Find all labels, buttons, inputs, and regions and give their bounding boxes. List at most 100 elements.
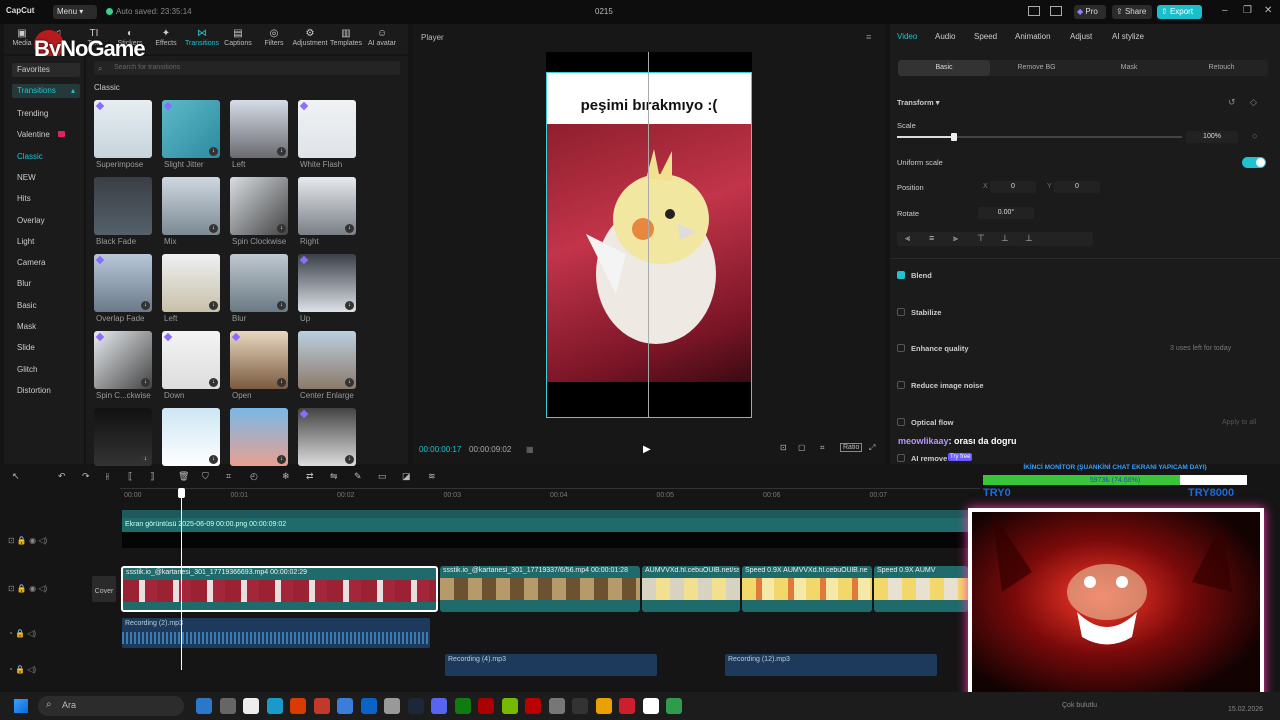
- category-glitch[interactable]: Glitch: [12, 363, 80, 377]
- align-bottom-icon[interactable]: ⊥: [1025, 233, 1033, 244]
- transition-tile[interactable]: ↓: [298, 177, 356, 235]
- export-button[interactable]: ⇧ Export: [1157, 5, 1202, 19]
- shortcut-icon[interactable]: [1050, 6, 1062, 16]
- video-clip-3[interactable]: AUMVVXd.hl.cebuOUlB.net/ss: [642, 566, 740, 612]
- shield-icon[interactable]: [313, 698, 330, 714]
- scale-slider-knob[interactable]: [951, 133, 957, 141]
- transition-tile[interactable]: ↓: [230, 177, 288, 235]
- video-clip-5[interactable]: Speed 0.9X AUMV: [874, 566, 968, 612]
- store-icon[interactable]: [337, 698, 353, 714]
- crop-icon[interactable]: ⌗: [226, 471, 231, 482]
- uniform-scale-toggle[interactable]: [1242, 157, 1266, 168]
- stabilize-checkbox[interactable]: [897, 308, 905, 316]
- speed-icon[interactable]: ◴: [250, 471, 258, 482]
- download-icon[interactable]: ↓: [277, 455, 286, 464]
- align-left-icon[interactable]: ⫷: [905, 233, 910, 244]
- menu-button[interactable]: Menu ▾: [53, 5, 97, 19]
- tab-adjust[interactable]: Adjust: [1070, 32, 1092, 41]
- github-icon[interactable]: [384, 698, 400, 714]
- transition-tile[interactable]: ↓: [298, 254, 356, 312]
- category-new[interactable]: NEW: [12, 171, 80, 185]
- transition-tile[interactable]: ↓: [94, 331, 152, 389]
- selection-frame[interactable]: [546, 72, 752, 418]
- chrome-icon[interactable]: [595, 698, 612, 714]
- chrome2-icon[interactable]: [666, 698, 682, 714]
- transform-label[interactable]: Transform ▾: [897, 98, 940, 107]
- download-icon[interactable]: ↓: [277, 224, 286, 233]
- transition-tile[interactable]: ↓: [162, 408, 220, 466]
- ai-edit-icon[interactable]: ✎: [354, 471, 362, 482]
- timecode-icon[interactable]: ▦: [526, 445, 534, 454]
- audio-clip-2[interactable]: Recording (4).mp3: [445, 654, 657, 676]
- tool-adjustment[interactable]: ⚙ Adjustment: [292, 24, 328, 54]
- audio-clip-1[interactable]: Recording (2).mp3: [122, 618, 430, 648]
- category-blur[interactable]: Blur: [12, 277, 80, 291]
- tab-animation[interactable]: Animation: [1015, 32, 1051, 41]
- tab-audio[interactable]: Audio: [935, 32, 955, 41]
- keyframe-icon[interactable]: ◇: [1250, 97, 1257, 108]
- download-icon[interactable]: ↓: [345, 378, 354, 387]
- transition-tile[interactable]: ↓: [298, 408, 356, 466]
- split-left-icon[interactable]: ⟦: [128, 471, 132, 482]
- align-right-icon[interactable]: ⫸: [953, 233, 958, 244]
- sticker-icon[interactable]: ◪: [402, 471, 411, 482]
- tool-transitions[interactable]: ⋈ Transitions: [184, 24, 220, 54]
- close-icon[interactable]: ✕: [1264, 5, 1272, 16]
- nvidia-icon[interactable]: [501, 698, 518, 714]
- subtab-mask[interactable]: Mask: [1083, 60, 1175, 76]
- maximize-icon[interactable]: ❐: [1243, 5, 1252, 16]
- reduce-noise-checkbox[interactable]: [897, 381, 905, 389]
- audio-track-controls[interactable]: ◔ 🔒 ◁): [8, 629, 36, 638]
- position-y-input[interactable]: 0: [1054, 181, 1100, 193]
- category-valentine[interactable]: Valentine: [12, 128, 80, 142]
- enhance-checkbox[interactable]: [897, 344, 905, 352]
- reverse-icon[interactable]: ⇄: [306, 471, 314, 482]
- layout-icon[interactable]: [1028, 6, 1040, 16]
- discord-icon[interactable]: [431, 698, 447, 714]
- transition-tile[interactable]: ↓: [162, 177, 220, 235]
- fullscreen-edit-icon[interactable]: ⊡: [780, 443, 787, 452]
- mail-icon[interactable]: [196, 698, 212, 714]
- category-transitions[interactable]: Transitions ▴: [12, 84, 80, 98]
- rotate-input[interactable]: 0.00°: [978, 207, 1034, 219]
- overlay-clip[interactable]: Ekran görüntüsü 2025-06-09 00:00.png 00:…: [122, 518, 982, 532]
- audio-track-2-controls[interactable]: ◔ 🔒 ◁): [8, 665, 36, 674]
- obs-icon[interactable]: [548, 698, 565, 714]
- category-classic[interactable]: Classic: [12, 150, 80, 164]
- tool-templates[interactable]: ▥ Templates: [328, 24, 364, 54]
- tab-video[interactable]: Video: [897, 32, 917, 41]
- download-icon[interactable]: ↓: [345, 301, 354, 310]
- opera-icon[interactable]: [619, 698, 635, 714]
- playhead-handle[interactable]: [178, 488, 185, 498]
- transition-tile[interactable]: [94, 177, 152, 235]
- freeze-icon[interactable]: ❄: [282, 471, 290, 482]
- tool-ai-avatar[interactable]: ☺ AI avatar: [364, 24, 400, 54]
- tab-ai-stylize[interactable]: AI stylize: [1112, 32, 1144, 41]
- taskbar-search-input[interactable]: Ara: [38, 696, 184, 716]
- transition-tile[interactable]: [298, 100, 356, 158]
- pro-button[interactable]: ◆ Pro: [1074, 5, 1106, 19]
- ai-remove-checkbox[interactable]: [897, 454, 905, 462]
- reset-icon[interactable]: ↺: [1228, 97, 1236, 108]
- mirror-icon[interactable]: ⇋: [330, 471, 338, 482]
- align-middle-icon[interactable]: ⊥: [1001, 233, 1009, 244]
- scale-value-input[interactable]: 100%: [1186, 131, 1238, 143]
- transition-tile[interactable]: ↓: [162, 254, 220, 312]
- app-icon[interactable]: [290, 698, 306, 714]
- app2-icon[interactable]: [525, 698, 541, 714]
- download-icon[interactable]: ↓: [345, 455, 354, 464]
- windows-start-icon[interactable]: [14, 699, 28, 713]
- pointer-icon[interactable]: ↖: [12, 471, 20, 482]
- undo-icon[interactable]: ↶: [58, 471, 66, 482]
- main-track-controls[interactable]: ⊡ 🔒 ◉ ◁): [8, 584, 47, 593]
- xbox-icon[interactable]: [454, 698, 471, 714]
- share-button[interactable]: ⇪ Share: [1112, 5, 1152, 19]
- download-icon[interactable]: ↓: [209, 147, 218, 156]
- epic-icon[interactable]: [572, 698, 588, 714]
- transition-tile[interactable]: ↓: [230, 408, 288, 466]
- video-clip-1[interactable]: ssstik.io_@kartanesi_301_17719366693.mp4…: [121, 566, 438, 612]
- category-slide[interactable]: Slide: [12, 341, 80, 355]
- transition-tile[interactable]: ↓: [162, 331, 220, 389]
- crop-icon[interactable]: ⌗: [820, 443, 825, 453]
- align-center-icon[interactable]: ≡: [929, 233, 934, 243]
